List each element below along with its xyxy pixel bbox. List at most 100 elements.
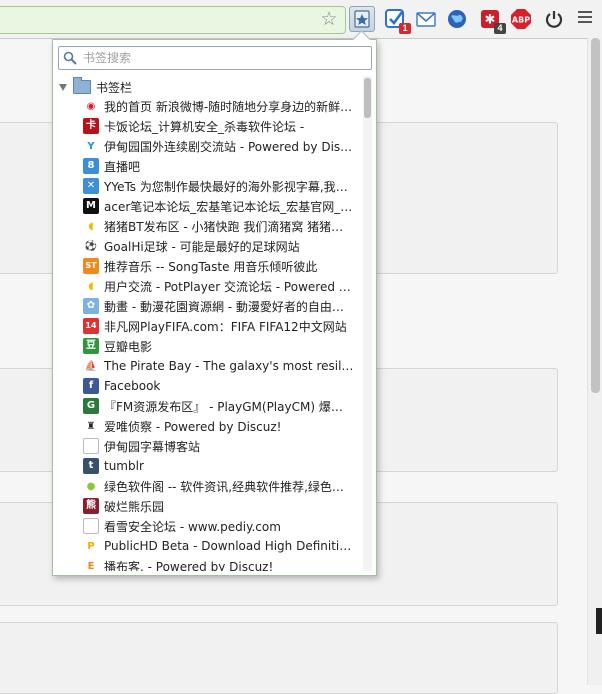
browser-menu-icon[interactable] [578, 11, 592, 27]
bookmark-title: 伊甸园国外连续剧交流站 - Powered by Discuz! [104, 139, 354, 154]
adblock-button[interactable]: ABP [510, 8, 532, 30]
bookmark-item[interactable]: ⚽ GoalHi足球 - 可能是最好的足球网站 [83, 236, 363, 256]
bookmark-item[interactable]: 伊甸园字幕博客站 [83, 436, 363, 456]
checker-extension-button[interactable]: 1 [384, 8, 411, 34]
bookmark-title: 绿色软件阁 -- 软件资讯,经典软件推荐,绿色软件下载 [104, 479, 354, 494]
bookmark-title: Facebook [104, 379, 161, 393]
goalhi-icon: ⚽ [83, 238, 99, 254]
aiwei-icon: ♜ [83, 418, 99, 434]
search-icon [63, 51, 77, 65]
bookmark-title: 伊甸园字幕博客站 [104, 439, 201, 454]
facebook-icon: f [83, 378, 99, 394]
bookmark-star-icon [354, 10, 370, 28]
abp-label: ABP [512, 16, 530, 25]
bookmark-title: 直播吧 [104, 159, 141, 174]
checker-badge: 1 [399, 23, 411, 34]
bookmark-item[interactable]: f Facebook [83, 376, 363, 396]
address-bar[interactable] [0, 6, 346, 34]
bookmark-search-input[interactable] [81, 48, 371, 68]
bookmark-item[interactable]: 14 非凡网PlayFIFA.com：FIFA FIFA12中文网站 [83, 316, 363, 336]
bookmark-item[interactable]: t tumblr [83, 456, 363, 476]
folder-bookmarks-bar[interactable]: 书签栏 [59, 77, 133, 96]
bookmark-title: tumblr [104, 459, 144, 473]
popup-scrollbar[interactable] [363, 76, 372, 571]
bookmark-item[interactable]: 8 直播吧 [83, 156, 363, 176]
bookmark-title: GoalHi足球 - 可能是最好的足球网站 [104, 239, 300, 254]
bookmark-item[interactable]: Macer笔记本论坛_宏基笔记本论坛_宏基官网_acer [83, 196, 363, 216]
bookmark-item[interactable]: ◖ 猪猪BT发布区 - 小猪快跑 我们滴猪窝 猪猪字幕组 [83, 216, 363, 236]
power-extension-button[interactable] [543, 8, 565, 30]
yyets-icon: ✕ [83, 178, 99, 194]
bookmark-item[interactable]: ST 推荐音乐 -- SongTaste 用音乐倾听彼此 [83, 256, 363, 276]
page-scrollbar[interactable] [587, 38, 602, 685]
puzzle-badge: 4 [494, 23, 506, 34]
bookmark-title: 豆瓣电影 [104, 339, 153, 354]
bookmark-item[interactable]: Y 伊甸园国外连续剧交流站 - Powered by Discuz! [83, 136, 363, 156]
bookmark-title: YYeTs 为您制作最快最好的海外影视字幕,我们的宗旨 [104, 179, 354, 194]
blank-page-icon [83, 438, 99, 454]
playgm-icon: G [83, 398, 99, 414]
bookmarks-extension-button[interactable] [349, 6, 375, 32]
potplayer-icon: ◖ [83, 278, 99, 294]
browser-toolbar: ☆ 1 ✱ 4 ABP [0, 0, 602, 39]
kafan-icon: 卡 [83, 118, 99, 134]
bookmark-item[interactable]: ✿ 動畫 - 動漫花園資源網 - 動漫愛好者的自由交流 [83, 296, 363, 316]
bookmark-item[interactable]: ● 绿色软件阁 -- 软件资讯,经典软件推荐,绿色软件下载 [83, 476, 363, 496]
zhuzhu-icon: ◖ [83, 218, 99, 234]
bookmark-item[interactable]: ◉ 我的首页 新浪微博-随时随地分享身边的新鲜事儿 [83, 96, 363, 116]
bookmark-item[interactable]: E 播布客. - Powered by Discuz! [83, 556, 363, 571]
boobooke-icon: E [83, 558, 99, 571]
polanxiong-icon: 熊 [83, 498, 99, 514]
bookmark-item[interactable]: 熊破烂熊乐园 [83, 496, 363, 516]
bookmark-title: 『FM资源发布区』 - PlayGM(PlayCM) 爆棚足球经理 [104, 399, 354, 414]
weibo-icon: ◉ [83, 98, 99, 114]
zhibo8-icon: 8 [83, 158, 99, 174]
puzzle-extension-button[interactable]: ✱ 4 [479, 8, 506, 34]
bookmark-title: 卡饭论坛_计算机安全_杀毒软件论坛 - [104, 119, 305, 134]
mail-icon [416, 12, 436, 27]
bookmarks-popup: 书签栏 ◉ 我的首页 新浪微博-随时随地分享身边的新鲜事儿卡卡饭论坛_计算机安全_… [52, 30, 377, 576]
lvse-icon: ● [83, 478, 99, 494]
dmhy-icon: ✿ [83, 298, 99, 314]
bookmark-title: 破烂熊乐园 [104, 499, 165, 514]
tumblr-icon: t [83, 458, 99, 474]
bookmark-item[interactable]: P PublicHD Beta - Download High Definitio… [83, 536, 363, 556]
bookmark-item[interactable]: ✕ YYeTs 为您制作最快最好的海外影视字幕,我们的宗旨 [83, 176, 363, 196]
bookmark-title: PublicHD Beta - Download High Definition… [104, 539, 354, 553]
bookmark-item[interactable]: ♜ 爱唯侦察 - Powered by Discuz! [83, 416, 363, 436]
globe-icon [448, 10, 466, 28]
blank-page-icon [83, 518, 99, 534]
globe-extension-button[interactable] [446, 8, 468, 30]
songtaste-icon: ST [83, 258, 99, 274]
mail-extension-button[interactable] [415, 8, 437, 30]
bookmark-item[interactable]: G 『FM资源发布区』 - PlayGM(PlayCM) 爆棚足球经理 [83, 396, 363, 416]
window-edge [596, 608, 602, 634]
bookmark-item[interactable]: 看雪安全论坛 - www.pediy.com [83, 516, 363, 536]
power-icon [545, 11, 563, 28]
folder-label: 书签栏 [96, 80, 133, 95]
expand-arrow-icon[interactable] [59, 83, 67, 91]
bookmark-title: 推荐音乐 -- SongTaste 用音乐倾听彼此 [104, 259, 318, 274]
bookmark-title: 非凡网PlayFIFA.com：FIFA FIFA12中文网站 [104, 319, 347, 334]
bookmark-search-box[interactable] [58, 46, 372, 70]
yidianyuan-icon: Y [83, 138, 99, 154]
publichd-icon: P [83, 538, 99, 554]
bookmark-title: 看雪安全论坛 - www.pediy.com [104, 519, 281, 534]
bookmark-item[interactable]: 卡卡饭论坛_计算机安全_杀毒软件论坛 - [83, 116, 363, 136]
popup-scroll-thumb[interactable] [364, 78, 371, 118]
bookmark-title: 用户交流 - PotPlayer 交流论坛 - Powered by Discu… [104, 279, 354, 294]
abp-icon: ABP [511, 9, 531, 29]
bookmark-title: 動畫 - 動漫花園資源網 - 動漫愛好者的自由交流 [104, 299, 354, 314]
bookmark-item[interactable]: 豆豆瓣电影 [83, 336, 363, 356]
bookmark-title: 爱唯侦察 - Powered by Discuz! [104, 419, 282, 434]
bookmark-tree: 书签栏 ◉ 我的首页 新浪微博-随时随地分享身边的新鲜事儿卡卡饭论坛_计算机安全_… [53, 76, 363, 571]
bookmark-title: 我的首页 新浪微博-随时随地分享身边的新鲜事儿 [104, 99, 354, 114]
bookmark-title: acer笔记本论坛_宏基笔记本论坛_宏基官网_acer [104, 199, 354, 214]
bookmark-item[interactable]: ◖ 用户交流 - PotPlayer 交流论坛 - Powered by Disc… [83, 276, 363, 296]
page-scroll-thumb[interactable] [591, 38, 600, 393]
bookmark-star-icon[interactable]: ☆ [318, 9, 340, 31]
acer-icon: M [83, 198, 99, 214]
bookmark-item[interactable]: ⛵ The Pirate Bay - The galaxy's most resi… [83, 356, 363, 376]
bookmark-title: The Pirate Bay - The galaxy's most resil… [104, 359, 354, 373]
douban-icon: 豆 [83, 338, 99, 354]
